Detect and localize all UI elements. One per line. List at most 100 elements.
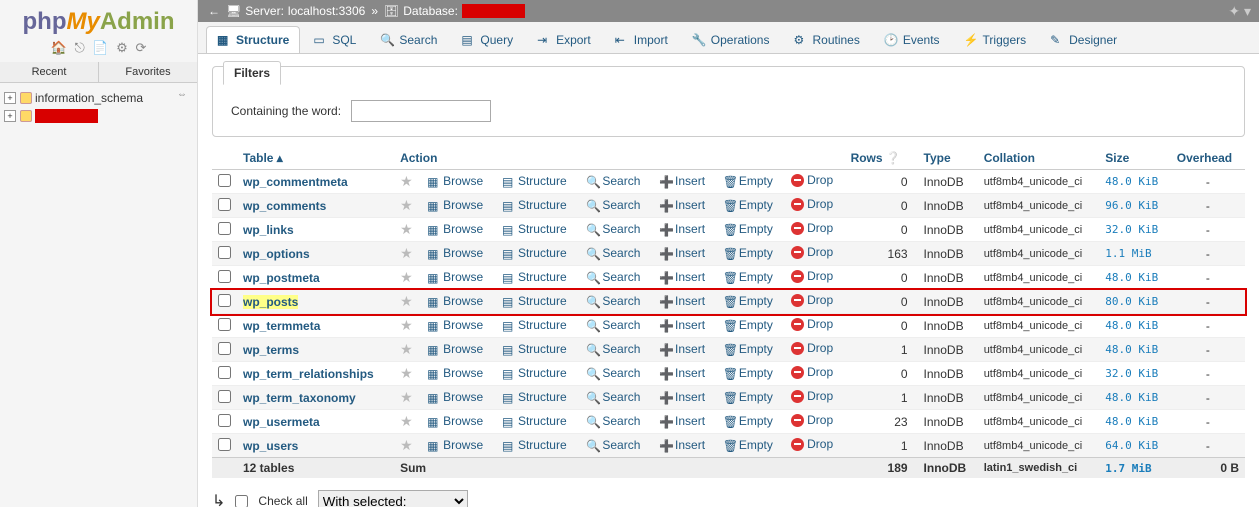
insert-action[interactable]: ➕Insert <box>659 390 705 404</box>
col-type[interactable]: Type <box>918 147 978 170</box>
favorite-icon[interactable]: ★ <box>400 173 413 189</box>
search-action[interactable]: 🔍Search <box>586 174 640 188</box>
drop-action[interactable]: Drop <box>791 389 833 403</box>
row-checkbox[interactable] <box>218 366 231 379</box>
favorite-icon[interactable]: ★ <box>400 317 413 333</box>
insert-action[interactable]: ➕Insert <box>659 222 705 236</box>
structure-action[interactable]: ▤Structure <box>502 174 567 188</box>
drop-action[interactable]: Drop <box>791 173 833 187</box>
search-action[interactable]: 🔍Search <box>586 390 640 404</box>
browse-action[interactable]: ▦Browse <box>427 342 483 356</box>
empty-action[interactable]: 🗑Empty <box>723 174 773 188</box>
row-checkbox[interactable] <box>218 174 231 187</box>
favorite-icon[interactable]: ★ <box>400 389 413 405</box>
table-name-link[interactable]: wp_posts <box>243 295 298 309</box>
favorite-icon[interactable]: ★ <box>400 341 413 357</box>
drop-action[interactable]: Drop <box>791 365 833 379</box>
drop-action[interactable]: Drop <box>791 293 833 307</box>
row-checkbox[interactable] <box>218 294 231 307</box>
insert-action[interactable]: ➕Insert <box>659 174 705 188</box>
favorite-icon[interactable]: ★ <box>400 365 413 381</box>
tab-sql[interactable]: ▭SQL <box>302 26 367 53</box>
table-name-link[interactable]: wp_comments <box>243 199 326 213</box>
row-checkbox[interactable] <box>218 270 231 283</box>
row-checkbox[interactable] <box>218 390 231 403</box>
col-overhead[interactable]: Overhead <box>1171 147 1245 170</box>
browse-action[interactable]: ▦Browse <box>427 270 483 284</box>
insert-action[interactable]: ➕Insert <box>659 294 705 308</box>
favorite-icon[interactable]: ★ <box>400 221 413 237</box>
col-rows[interactable]: Rows ❔ <box>845 147 918 170</box>
tab-structure[interactable]: ▦Structure <box>206 26 300 53</box>
drop-action[interactable]: Drop <box>791 413 833 427</box>
col-collation[interactable]: Collation <box>978 147 1100 170</box>
empty-action[interactable]: 🗑Empty <box>723 342 773 356</box>
browse-action[interactable]: ▦Browse <box>427 390 483 404</box>
search-action[interactable]: 🔍Search <box>586 342 640 356</box>
tab-designer[interactable]: ✎Designer <box>1039 26 1128 53</box>
browse-action[interactable]: ▦Browse <box>427 198 483 212</box>
insert-action[interactable]: ➕Insert <box>659 270 705 284</box>
drop-action[interactable]: Drop <box>791 245 833 259</box>
empty-action[interactable]: 🗑Empty <box>723 270 773 284</box>
toggle-sidebar-icon[interactable]: ← <box>208 4 220 18</box>
collapse-icon[interactable]: ⇔ <box>177 89 187 100</box>
tab-events[interactable]: 🕑Events <box>873 26 951 53</box>
tab-import[interactable]: ⇤Import <box>604 26 679 53</box>
structure-action[interactable]: ▤Structure <box>502 390 567 404</box>
home-icon[interactable]: 🏠 <box>51 40 67 55</box>
favorite-icon[interactable]: ★ <box>400 245 413 261</box>
row-checkbox[interactable] <box>218 438 231 451</box>
logout-icon[interactable]: ⎋ <box>74 40 84 55</box>
empty-action[interactable]: 🗑Empty <box>723 366 773 380</box>
browse-action[interactable]: ▦Browse <box>427 294 483 308</box>
row-checkbox[interactable] <box>218 222 231 235</box>
expand-icon[interactable]: + <box>4 92 16 104</box>
drop-action[interactable]: Drop <box>791 341 833 355</box>
table-name-link[interactable]: wp_links <box>243 223 294 237</box>
tab-export[interactable]: ⇥Export <box>526 26 602 53</box>
col-size[interactable]: Size <box>1099 147 1171 170</box>
breadcrumb-server[interactable]: 🖥 Server: localhost:3306 <box>226 4 365 18</box>
insert-action[interactable]: ➕Insert <box>659 438 705 452</box>
empty-action[interactable]: 🗑Empty <box>723 414 773 428</box>
drop-action[interactable]: Drop <box>791 437 833 451</box>
tab-search[interactable]: 🔍Search <box>369 26 448 53</box>
tree-item[interactable]: + <box>4 107 193 125</box>
structure-action[interactable]: ▤Structure <box>502 222 567 236</box>
structure-action[interactable]: ▤Structure <box>502 270 567 284</box>
row-checkbox[interactable] <box>218 414 231 427</box>
row-checkbox[interactable] <box>218 198 231 211</box>
browse-action[interactable]: ▦Browse <box>427 174 483 188</box>
search-action[interactable]: 🔍Search <box>586 366 640 380</box>
favorite-icon[interactable]: ★ <box>400 269 413 285</box>
search-action[interactable]: 🔍Search <box>586 222 640 236</box>
favorite-icon[interactable]: ★ <box>400 413 413 429</box>
row-checkbox[interactable] <box>218 246 231 259</box>
search-action[interactable]: 🔍Search <box>586 246 640 260</box>
expand-icon[interactable]: + <box>4 110 16 122</box>
search-action[interactable]: 🔍Search <box>586 414 640 428</box>
tab-routines[interactable]: ⚙Routines <box>782 26 870 53</box>
help-icon[interactable]: ❔ <box>886 151 901 165</box>
structure-action[interactable]: ▤Structure <box>502 318 567 332</box>
structure-action[interactable]: ▤Structure <box>502 342 567 356</box>
table-name-link[interactable]: wp_termmeta <box>243 319 320 333</box>
table-name-link[interactable]: wp_usermeta <box>243 415 320 429</box>
browse-action[interactable]: ▦Browse <box>427 318 483 332</box>
favorite-icon[interactable]: ★ <box>400 197 413 213</box>
row-checkbox[interactable] <box>218 318 231 331</box>
tree-item[interactable]: +information_schema <box>4 89 177 107</box>
structure-action[interactable]: ▤Structure <box>502 438 567 452</box>
tab-triggers[interactable]: ⚡Triggers <box>953 26 1038 53</box>
browse-action[interactable]: ▦Browse <box>427 414 483 428</box>
search-action[interactable]: 🔍Search <box>586 438 640 452</box>
empty-action[interactable]: 🗑Empty <box>723 390 773 404</box>
empty-action[interactable]: 🗑Empty <box>723 198 773 212</box>
structure-action[interactable]: ▤Structure <box>502 246 567 260</box>
reload-icon[interactable]: ⟳ <box>135 40 146 55</box>
check-all-checkbox[interactable] <box>235 495 248 507</box>
docs-icon[interactable]: 📄 <box>92 40 108 55</box>
breadcrumb-database[interactable]: 🗄 Database: <box>384 4 525 18</box>
insert-action[interactable]: ➕Insert <box>659 198 705 212</box>
